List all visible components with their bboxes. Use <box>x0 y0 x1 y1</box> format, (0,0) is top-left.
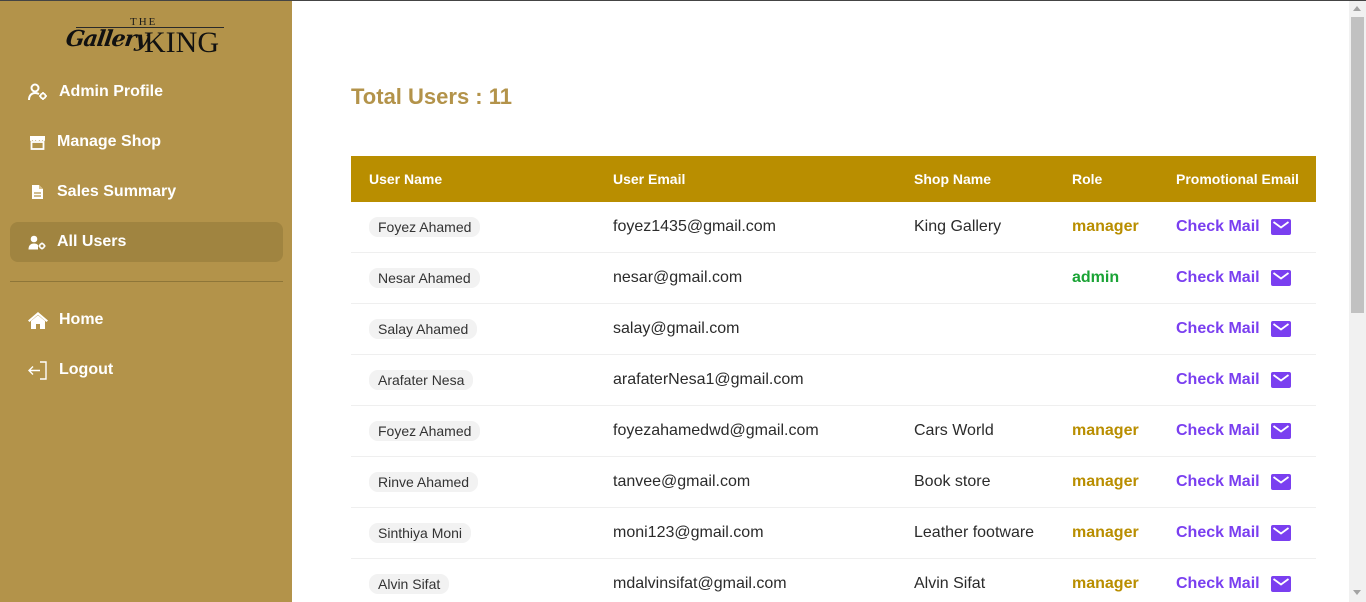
check-mail-button[interactable]: Check Mail <box>1176 575 1316 593</box>
sidebar-item-home[interactable]: Home <box>10 300 283 340</box>
check-mail-label: Check Mail <box>1176 320 1260 337</box>
sidebar-item-sales-summary[interactable]: Sales Summary <box>10 172 283 212</box>
table-row: Salay Ahamed salay@gmail.com Check Mail <box>351 304 1316 355</box>
user-name-badge: Alvin Sifat <box>369 574 450 594</box>
role-badge: manager <box>1072 524 1139 541</box>
user-name-badge: Sinthiya Moni <box>369 523 472 543</box>
check-mail-button[interactable]: Check Mail <box>1176 269 1316 287</box>
check-mail-button[interactable]: Check Mail <box>1176 320 1316 338</box>
envelope-icon <box>1270 423 1291 439</box>
check-mail-label: Check Mail <box>1176 269 1260 286</box>
sidebar-item-label: Home <box>59 311 104 328</box>
column-header-shop-name: Shop Name <box>914 171 992 187</box>
envelope-icon <box>1270 474 1291 490</box>
role-badge: manager <box>1072 473 1139 490</box>
user-email: tanvee@gmail.com <box>613 473 751 490</box>
role-badge: manager <box>1072 218 1139 235</box>
sidebar-divider <box>10 281 283 282</box>
vertical-scrollbar[interactable] <box>1349 0 1366 602</box>
user-gear-icon <box>27 81 49 103</box>
scroll-down-arrow-icon[interactable] <box>1353 590 1361 595</box>
check-mail-button[interactable]: Check Mail <box>1176 524 1316 542</box>
users-table: User Name User Email Shop Name Role Prom… <box>351 156 1316 602</box>
envelope-icon <box>1270 219 1291 235</box>
check-mail-button[interactable]: Check Mail <box>1176 371 1316 389</box>
gallery-king-logo[interactable]: THE Gallery KING <box>64 16 228 64</box>
user-email: salay@gmail.com <box>613 320 740 337</box>
logout-icon <box>27 359 49 381</box>
envelope-icon <box>1270 321 1291 337</box>
table-row: Arafater Nesa arafaterNesa1@gmail.com Ch… <box>351 355 1316 406</box>
check-mail-label: Check Mail <box>1176 422 1260 439</box>
scrollbar-thumb[interactable] <box>1351 17 1364 313</box>
window-top-border <box>0 0 1366 1</box>
file-icon <box>26 181 48 203</box>
user-name-badge: Salay Ahamed <box>369 319 478 339</box>
check-mail-label: Check Mail <box>1176 218 1260 235</box>
table-row: Rinve Ahamed tanvee@gmail.com Book store… <box>351 457 1316 508</box>
sidebar-item-manage-shop[interactable]: Manage Shop <box>10 122 283 162</box>
shop-name: King Gallery <box>914 218 1002 235</box>
sidebar-item-label: Sales Summary <box>57 183 177 200</box>
sidebar-item-logout[interactable]: Logout <box>10 350 283 390</box>
sidebar-item-admin-profile[interactable]: Admin Profile <box>10 72 283 112</box>
user-name-badge: Nesar Ahamed <box>369 268 480 288</box>
check-mail-button[interactable]: Check Mail <box>1176 473 1316 491</box>
user-email: foyez1435@gmail.com <box>613 218 776 235</box>
role-badge: manager <box>1072 422 1139 439</box>
user-name-badge: Foyez Ahamed <box>369 217 481 237</box>
sidebar: THE Gallery KING Admin Profile Manage Sh… <box>0 0 292 602</box>
user-email: moni123@gmail.com <box>613 524 764 541</box>
user-email: foyezahamedwd@gmail.com <box>613 422 819 439</box>
column-header-user-email: User Email <box>613 171 686 187</box>
sidebar-item-label: Admin Profile <box>59 83 164 100</box>
user-email: mdalvinsifat@gmail.com <box>613 575 787 592</box>
sidebar-item-label: Manage Shop <box>57 133 162 150</box>
scroll-up-arrow-icon[interactable] <box>1353 6 1361 11</box>
sidebar-item-label: Logout <box>59 361 114 378</box>
store-icon <box>26 131 48 153</box>
table-row: Foyez Ahamed foyez1435@gmail.com King Ga… <box>351 202 1316 253</box>
role-badge: manager <box>1072 575 1139 592</box>
sidebar-item-label: All Users <box>57 233 127 250</box>
shop-name: Book store <box>914 473 991 490</box>
envelope-icon <box>1270 525 1291 541</box>
check-mail-button[interactable]: Check Mail <box>1176 422 1316 440</box>
user-name-badge: Arafater Nesa <box>369 370 474 390</box>
column-header-role: Role <box>1072 171 1103 187</box>
main-content: Total Users : 11 User Name User Email Sh… <box>292 0 1349 602</box>
shop-name: Alvin Sifat <box>914 575 986 592</box>
shop-name: Cars World <box>914 422 994 439</box>
user-name-badge: Rinve Ahamed <box>369 472 479 492</box>
check-mail-label: Check Mail <box>1176 371 1260 388</box>
page-title: Total Users : 11 <box>351 84 512 109</box>
user-email: arafaterNesa1@gmail.com <box>613 371 804 388</box>
role-badge: admin <box>1072 269 1120 286</box>
logo-king-text: KING <box>144 26 219 59</box>
user-email: nesar@gmail.com <box>613 269 743 286</box>
check-mail-label: Check Mail <box>1176 473 1260 490</box>
home-icon <box>27 309 49 331</box>
sidebar-item-all-users[interactable]: All Users <box>10 222 283 262</box>
users-gear-icon <box>26 231 48 253</box>
logo-gallery-text: Gallery <box>64 26 149 52</box>
table-row: Foyez Ahamed foyezahamedwd@gmail.com Car… <box>351 406 1316 457</box>
user-name-badge: Foyez Ahamed <box>369 421 481 441</box>
check-mail-button[interactable]: Check Mail <box>1176 218 1316 236</box>
envelope-icon <box>1270 372 1291 388</box>
shop-name: Leather footware <box>914 524 1035 541</box>
table-header: User Name User Email Shop Name Role Prom… <box>351 156 1316 202</box>
table-row: Sinthiya Moni moni123@gmail.com Leather … <box>351 508 1316 559</box>
table-row: Nesar Ahamed nesar@gmail.com admin Check… <box>351 253 1316 304</box>
table-row: Alvin Sifat mdalvinsifat@gmail.com Alvin… <box>351 559 1316 602</box>
envelope-icon <box>1270 270 1291 286</box>
check-mail-label: Check Mail <box>1176 575 1260 592</box>
column-header-user-name: User Name <box>369 171 443 187</box>
check-mail-label: Check Mail <box>1176 524 1260 541</box>
envelope-icon <box>1270 576 1291 592</box>
column-header-promotional-email: Promotional Email <box>1176 171 1299 187</box>
